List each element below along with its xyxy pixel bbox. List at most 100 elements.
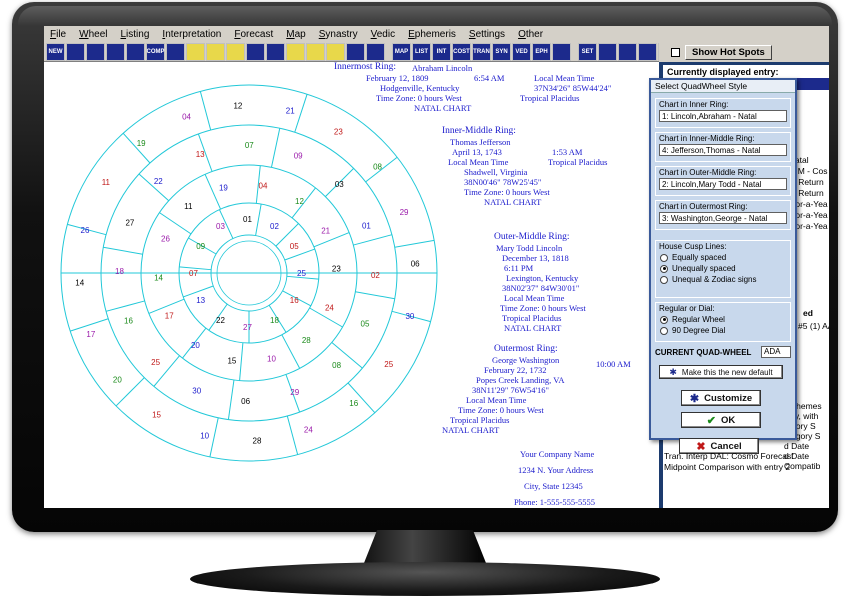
make-default-label: Make this the new default: [681, 367, 773, 377]
menu-settings[interactable]: Settings: [463, 29, 512, 40]
toolbar-button-syn[interactable]: SYN: [492, 42, 511, 61]
toolbar-button-1[interactable]: [66, 42, 85, 61]
planet-degree-label: 05: [290, 242, 299, 251]
cancel-label: Cancel: [710, 440, 742, 452]
toolbar-button-27[interactable]: [598, 42, 617, 61]
ring-chart-select[interactable]: 3: Washington,George - Natal: [659, 212, 787, 224]
ring-chart-select[interactable]: 4: Jefferson,Thomas - Natal: [659, 144, 787, 156]
planet-degree-label: 18: [115, 267, 124, 276]
toolbar-button-3[interactable]: [106, 42, 125, 61]
cusp-option[interactable]: Unequal & Zodiac signs: [656, 274, 790, 285]
ring-label: Chart in Outer-Middle Ring:: [659, 168, 757, 177]
toolbar-button-15[interactable]: [346, 42, 365, 61]
cusp-option[interactable]: Unequally spaced: [656, 263, 790, 274]
toolbar-button-13[interactable]: [306, 42, 325, 61]
planet-degree-label: 15: [227, 357, 236, 366]
ring-chart-select[interactable]: 2: Lincoln,Mary Todd - Natal: [659, 178, 787, 190]
toolbar-button-9[interactable]: [226, 42, 245, 61]
entry-list-item[interactable]: for-a-Yea: [793, 221, 828, 231]
toolbar-button-ved[interactable]: VED: [512, 42, 531, 61]
menu-listing[interactable]: Listing: [114, 29, 156, 40]
customize-button[interactable]: ✱ Customize: [681, 390, 761, 406]
chart-list-item[interactable]: #5 (1) AA: [798, 321, 829, 331]
current-value[interactable]: ADA: [761, 346, 791, 358]
toolbar-button-10[interactable]: [246, 42, 265, 61]
outer-heading: Outermost Ring:: [494, 344, 558, 354]
planet-degree-label: 24: [325, 304, 334, 313]
dial-option-label: Regular Wheel: [672, 315, 725, 324]
toolbar-button-8[interactable]: [206, 42, 225, 61]
toolbar-button-tran[interactable]: TRAN: [472, 42, 491, 61]
planet-degree-label: 28: [253, 437, 262, 446]
planet-degree-label: 07: [245, 141, 254, 150]
entry-list-item[interactable]: r Return: [793, 177, 824, 187]
menu-wheel[interactable]: Wheel: [73, 29, 114, 40]
toolbar-button-2[interactable]: [86, 42, 105, 61]
toolbar-button-12[interactable]: [286, 42, 305, 61]
toolbar-button-list[interactable]: LIST: [412, 42, 431, 61]
cusp-option[interactable]: Equally spaced: [656, 252, 790, 263]
menu-vedic[interactable]: Vedic: [365, 29, 402, 40]
dial-group: Regular or Dial: Regular Wheel 90 Degree …: [655, 302, 791, 342]
planet-degree-label: 22: [216, 316, 225, 325]
hotspots-button[interactable]: Show Hot Spots: [685, 44, 772, 60]
ring-chart-select[interactable]: 1: Lincoln,Abraham - Natal: [659, 110, 787, 122]
entry-list-item[interactable]: r Return: [793, 188, 824, 198]
toolbar-button-14[interactable]: [326, 42, 345, 61]
menu-synastry[interactable]: Synastry: [313, 29, 365, 40]
radio-icon: [660, 253, 668, 262]
radio-icon: [660, 264, 668, 273]
toolbar-button-25[interactable]: [552, 42, 571, 61]
entry-list-item[interactable]: for-a-Yea: [793, 199, 828, 209]
planet-degree-label: 09: [294, 151, 303, 160]
toolbar-button-4[interactable]: [126, 42, 145, 61]
planet-degree-label: 22: [154, 177, 163, 186]
ok-button[interactable]: ✔ OK: [681, 412, 761, 428]
menu-interpretation[interactable]: Interpretation: [156, 29, 228, 40]
radio-icon: [660, 315, 668, 324]
hotspots-checkbox[interactable]: [671, 47, 680, 57]
toolbar-button-map[interactable]: MAP: [392, 42, 411, 61]
ok-label: OK: [720, 414, 736, 426]
menu-file[interactable]: File: [44, 29, 73, 40]
menu-forecast[interactable]: Forecast: [228, 29, 280, 40]
make-default-button[interactable]: ✱ Make this the new default: [659, 365, 783, 379]
report-list-item[interactable]: d Date: [784, 441, 809, 451]
entry-list-item[interactable]: I,M - Cos: [793, 166, 827, 176]
hotspots-bar: Show Hot Spots: [659, 42, 829, 62]
toolbar-button-new[interactable]: NEW: [46, 42, 65, 61]
planet-degree-label: 25: [297, 269, 306, 278]
planet-degree-label: 20: [113, 375, 122, 384]
toolbar-button-comp[interactable]: COMP: [146, 42, 165, 61]
menu-ephemeris[interactable]: Ephemeris: [402, 29, 463, 40]
menu-other[interactable]: Other: [512, 29, 550, 40]
entry-list-item[interactable]: for-a-Yea: [793, 210, 828, 220]
toolbar-button-28[interactable]: [618, 42, 637, 61]
planet-degree-label: 26: [81, 226, 90, 235]
dial-option[interactable]: 90 Degree Dial: [656, 325, 790, 336]
company-address: 1234 N. Your Address: [518, 465, 594, 475]
planet-degree-label: 28: [302, 336, 311, 345]
monitor-stand: [190, 562, 660, 596]
toolbar-button-cost[interactable]: COST: [452, 42, 471, 61]
menu-map[interactable]: Map: [280, 29, 312, 40]
planet-degree-label: 25: [151, 358, 160, 367]
planet-degree-label: 17: [165, 311, 174, 320]
toolbar-button-16[interactable]: [366, 42, 385, 61]
toolbar-button-int[interactable]: INT: [432, 42, 451, 61]
company-name: Your Company Name: [520, 449, 595, 459]
toolbar-button-set[interactable]: SET: [578, 42, 597, 61]
planet-degree-label: 01: [243, 215, 252, 224]
cusp-option-label: Unequally spaced: [672, 264, 736, 273]
toolbar-button-6[interactable]: [166, 42, 185, 61]
cusp-option-label: Equally spaced: [672, 253, 727, 262]
dial-option[interactable]: Regular Wheel: [656, 314, 790, 325]
toolbar-button-11[interactable]: [266, 42, 285, 61]
app-screen: File Wheel Listing Interpretation Forecast Ma…: [44, 26, 829, 508]
planet-degree-label: 15: [152, 410, 161, 419]
toolbar-button-eph[interactable]: EPH: [532, 42, 551, 61]
om-heading: Outer-Middle Ring:: [494, 232, 570, 242]
toolbar-button-7[interactable]: [186, 42, 205, 61]
planet-degree-label: 16: [290, 296, 299, 305]
toolbar-button-29[interactable]: [638, 42, 657, 61]
